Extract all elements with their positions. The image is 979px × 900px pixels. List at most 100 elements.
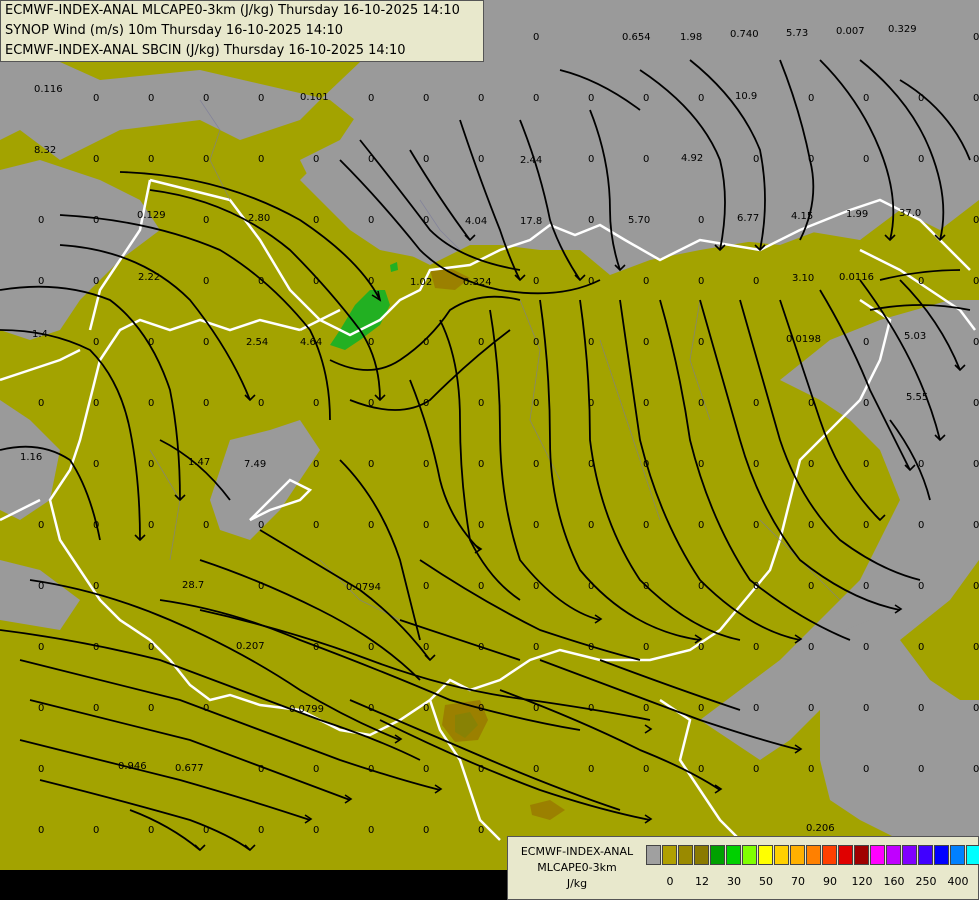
sbcin-value: 0: [38, 276, 44, 287]
sbcin-value: 6.77: [737, 213, 759, 224]
legend-swatch: [870, 845, 885, 865]
sbcin-value: 0: [533, 703, 539, 714]
sbcin-value: 0: [258, 276, 264, 287]
legend-swatch: [774, 845, 789, 865]
sbcin-value: 0: [588, 215, 594, 226]
header-line-cape: ECMWF-INDEX-ANAL MLCAPE0-3km (J/kg) Thur…: [5, 3, 460, 18]
sbcin-value: 0.206: [806, 823, 835, 834]
sbcin-value: 0: [973, 337, 979, 348]
sbcin-value: 0: [148, 337, 154, 348]
sbcin-value: 0: [973, 459, 979, 470]
legend-swatch: [790, 845, 805, 865]
sbcin-value: 0: [313, 642, 319, 653]
sbcin-value: 4.04: [465, 216, 487, 227]
sbcin-value: 0: [918, 520, 924, 531]
sbcin-value: 0: [808, 642, 814, 653]
legend-tick: 160: [883, 875, 905, 888]
sbcin-value: 0: [698, 93, 704, 104]
legend-swatch: [886, 845, 901, 865]
sbcin-value: 0: [973, 703, 979, 714]
sbcin-value: 0: [753, 520, 759, 531]
sbcin-value: 0: [918, 764, 924, 775]
legend-swatch: [854, 845, 869, 865]
sbcin-value: 0: [533, 581, 539, 592]
sbcin-value: 0: [643, 520, 649, 531]
sbcin-value: 0: [643, 642, 649, 653]
sbcin-value: 0: [478, 459, 484, 470]
sbcin-value: 0: [643, 459, 649, 470]
sbcin-value: 0: [203, 154, 209, 165]
sbcin-value: 0: [313, 764, 319, 775]
sbcin-value: 0: [203, 93, 209, 104]
sbcin-value: 0: [423, 703, 429, 714]
sbcin-value: 0: [863, 520, 869, 531]
sbcin-value: 0: [423, 642, 429, 653]
sbcin-value: 28.7: [182, 580, 204, 591]
legend-tick: 90: [823, 875, 837, 888]
sbcin-value: 4.92: [681, 153, 703, 164]
sbcin-value: 0: [258, 398, 264, 409]
sbcin-value: 0: [698, 520, 704, 531]
sbcin-value: 1.47: [188, 457, 210, 468]
sbcin-value: 0: [973, 520, 979, 531]
sbcin-value: 0: [258, 581, 264, 592]
sbcin-value: 0: [973, 642, 979, 653]
sbcin-value: 0: [423, 215, 429, 226]
sbcin-value: 0: [753, 764, 759, 775]
sbcin-value: 0: [863, 703, 869, 714]
sbcin-value: 5.70: [628, 215, 650, 226]
sbcin-value: 0: [258, 825, 264, 836]
sbcin-value: 0: [93, 276, 99, 287]
sbcin-value: 0.740: [730, 29, 759, 40]
sbcin-value: 0: [808, 764, 814, 775]
sbcin-value: 37.0: [899, 208, 921, 219]
sbcin-value: 0: [38, 581, 44, 592]
sbcin-value: 0: [368, 703, 374, 714]
sbcin-value: 0: [203, 703, 209, 714]
legend-tick: 30: [727, 875, 741, 888]
sbcin-value: 0: [368, 154, 374, 165]
sbcin-value: 0: [588, 93, 594, 104]
legend-swatch: [838, 845, 853, 865]
sbcin-value: 0: [973, 398, 979, 409]
sbcin-value: 0.0116: [839, 272, 874, 283]
sbcin-value: 0: [478, 825, 484, 836]
sbcin-value: 0: [698, 215, 704, 226]
legend-title: ECMWF-INDEX-ANAL: [520, 845, 634, 858]
sbcin-value: 5.03: [904, 331, 926, 342]
map-header: ECMWF-INDEX-ANAL MLCAPE0-3km (J/kg) Thur…: [0, 0, 484, 62]
sbcin-value: 0: [93, 703, 99, 714]
sbcin-value: 0: [753, 581, 759, 592]
sbcin-value: 0: [423, 581, 429, 592]
sbcin-value: 0: [643, 276, 649, 287]
sbcin-value: 0: [698, 337, 704, 348]
sbcin-value: 0: [148, 520, 154, 531]
sbcin-value: 0: [808, 398, 814, 409]
sbcin-value: 0.101: [300, 92, 329, 103]
weather-map: 0.116 0.101 8.32 0.129 2.80 2.22 1.4 2.5…: [0, 0, 979, 900]
legend-swatch: [806, 845, 821, 865]
legend-swatch: [822, 845, 837, 865]
sbcin-value: 2.80: [248, 213, 270, 224]
sbcin-value: 0: [918, 276, 924, 287]
sbcin-value: 0: [313, 520, 319, 531]
sbcin-value: 0: [863, 642, 869, 653]
legend-swatch: [662, 845, 677, 865]
sbcin-value: 0: [753, 276, 759, 287]
sbcin-value: 0.329: [888, 24, 917, 35]
sbcin-value: 0: [38, 520, 44, 531]
sbcin-value: 0: [588, 520, 594, 531]
sbcin-value: 0: [258, 154, 264, 165]
sbcin-value: 0: [588, 581, 594, 592]
sbcin-value: 0: [38, 825, 44, 836]
sbcin-value: 0: [478, 764, 484, 775]
sbcin-value: 0: [698, 764, 704, 775]
sbcin-value: 0: [38, 642, 44, 653]
sbcin-value: 0: [93, 825, 99, 836]
sbcin-value: 0: [313, 276, 319, 287]
sbcin-value: 0: [148, 703, 154, 714]
sbcin-value: 0: [863, 398, 869, 409]
sbcin-value: 0: [38, 215, 44, 226]
sbcin-value: 0: [643, 581, 649, 592]
sbcin-value: 1.02: [410, 277, 432, 288]
